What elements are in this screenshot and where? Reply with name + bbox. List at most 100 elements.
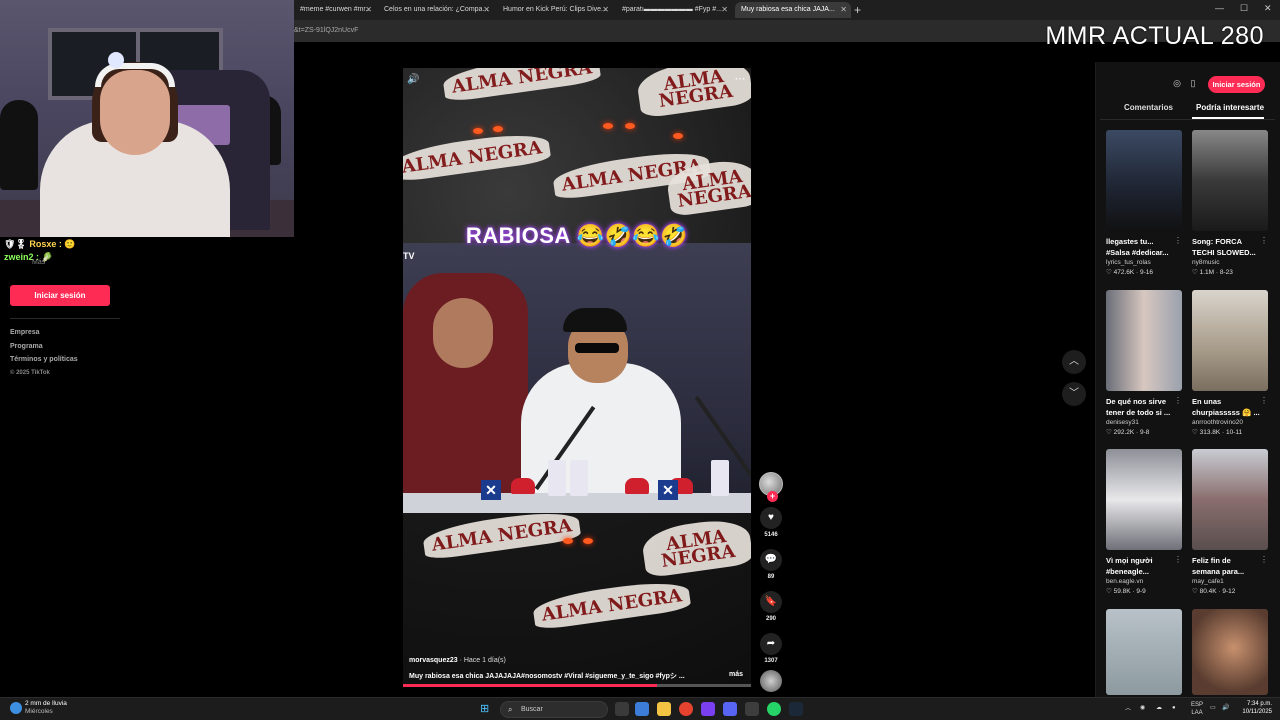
video-progress-bar[interactable] bbox=[403, 684, 751, 687]
sound-icon[interactable]: 🔊 bbox=[407, 74, 421, 86]
more-icon[interactable]: ⋮ bbox=[1174, 396, 1182, 405]
close-icon[interactable]: ✕ bbox=[602, 5, 609, 14]
close-icon[interactable]: ✕ bbox=[840, 5, 847, 14]
video-thumbnail[interactable] bbox=[1192, 290, 1268, 391]
more-icon[interactable]: ⋮ bbox=[1174, 555, 1182, 564]
more-icon[interactable]: ⋮ bbox=[1260, 555, 1268, 564]
tray-app-icon[interactable]: ☁ bbox=[1156, 704, 1162, 712]
tab-4[interactable]: #paratı▬▬▬▬▬▬▬ #Fyp #... ✕ bbox=[616, 2, 732, 18]
card-user[interactable]: denisesy31 bbox=[1106, 419, 1182, 426]
tray-app-icon[interactable]: ● bbox=[1172, 704, 1176, 712]
footer-link-terminos[interactable]: Términos y políticas bbox=[10, 353, 78, 367]
video-card[interactable] bbox=[1192, 609, 1268, 695]
like-action[interactable]: ♥ 5146 bbox=[759, 507, 783, 538]
heart-icon[interactable]: ♥ bbox=[760, 507, 782, 529]
card-user[interactable]: ny8music bbox=[1192, 259, 1268, 266]
windows-start-icon[interactable]: ⊞ bbox=[480, 703, 492, 715]
maximize-icon[interactable]: ☐ bbox=[1240, 3, 1248, 14]
video-card[interactable]: llegastes tu... #Salsa #dedicar... ⋮ lyr… bbox=[1106, 130, 1182, 276]
video-card[interactable] bbox=[1106, 609, 1182, 695]
footer-link-programa[interactable]: Programa bbox=[10, 340, 78, 354]
weather-icon[interactable] bbox=[10, 702, 22, 714]
discord-icon[interactable] bbox=[723, 702, 737, 716]
chrome-icon[interactable] bbox=[679, 702, 693, 716]
video-thumbnail[interactable] bbox=[1106, 609, 1182, 695]
card-title[interactable]: En unas churpiasssss 🤗 ... bbox=[1192, 396, 1260, 418]
close-icon[interactable]: ✕ bbox=[721, 5, 728, 14]
tab-5-active[interactable]: Muy rabiosa esa chica JAJA... ✕ bbox=[735, 2, 851, 18]
share-action[interactable]: ➦ 1307 bbox=[759, 633, 783, 664]
card-title[interactable]: Song: FORCA TECHI SLOWED... bbox=[1192, 236, 1260, 258]
video-thumbnail[interactable] bbox=[1192, 130, 1268, 231]
taskbar-search[interactable]: ⌕ Buscar bbox=[500, 701, 608, 718]
display-icon[interactable]: ▭ bbox=[1210, 704, 1216, 712]
previous-video-button[interactable]: ︿ bbox=[1062, 350, 1086, 374]
more-icon[interactable]: ⋮ bbox=[1260, 236, 1268, 245]
new-tab-button[interactable]: + bbox=[854, 3, 861, 17]
video-thumbnail[interactable] bbox=[1106, 130, 1182, 231]
card-user[interactable]: may_cafe1 bbox=[1192, 578, 1268, 585]
tray-chevron-icon[interactable]: ︿ bbox=[1125, 705, 1131, 713]
follow-plus-icon[interactable]: + bbox=[767, 491, 778, 502]
phone-icon[interactable]: ▯ bbox=[1186, 78, 1200, 92]
more-icon[interactable]: ⋮ bbox=[1260, 396, 1268, 405]
card-title[interactable]: llegastes tu... #Salsa #dedicar... bbox=[1106, 236, 1174, 258]
file-explorer-icon[interactable] bbox=[657, 702, 671, 716]
app-icon[interactable] bbox=[701, 702, 715, 716]
video-card[interactable]: De qué nos sirve tener de todo si ... ⋮ … bbox=[1106, 290, 1182, 436]
app-icon[interactable] bbox=[745, 702, 759, 716]
video-thumbnail[interactable] bbox=[1106, 449, 1182, 550]
card-title[interactable]: Vì mọi người #beneagle... bbox=[1106, 555, 1174, 577]
close-icon[interactable]: ✕ bbox=[365, 5, 372, 14]
creator-avatar[interactable]: + bbox=[759, 472, 783, 502]
music-disc-icon[interactable] bbox=[760, 670, 782, 692]
card-user[interactable]: anrroothtrovino20 bbox=[1192, 419, 1268, 426]
bookmark-icon[interactable]: 🔖 bbox=[760, 591, 782, 613]
tab-3[interactable]: Humor en Kick Perú: Clips Dive... ✕ bbox=[497, 2, 613, 18]
tab-might-interest[interactable]: Podría interesarte bbox=[1196, 103, 1264, 112]
url-text[interactable]: &t=ZS-91lQJ2nUcvF bbox=[294, 27, 358, 34]
weather-widget[interactable]: 2 mm de lluvia Miércoles bbox=[25, 700, 67, 716]
card-user[interactable]: lyrics_tus_rolas bbox=[1106, 259, 1182, 266]
video-author[interactable]: morvasquez23 bbox=[409, 657, 458, 664]
video-player[interactable]: ALMA NEGRA ALMA NEGRA ALMA NEGRA ALMA NE… bbox=[403, 68, 751, 686]
comment-icon[interactable]: 💬 bbox=[760, 549, 782, 571]
card-user[interactable]: ben.eagle.vn bbox=[1106, 578, 1182, 585]
video-thumbnail[interactable] bbox=[1106, 290, 1182, 391]
copilot-icon[interactable] bbox=[635, 702, 649, 716]
more-options-icon[interactable]: ⋯ bbox=[733, 72, 747, 86]
video-author-line[interactable]: morvasquez23 · Hace 1 día(s) bbox=[409, 657, 749, 664]
more-link[interactable]: más bbox=[729, 671, 743, 678]
minimize-icon[interactable]: — bbox=[1215, 3, 1224, 13]
tab-1[interactable]: #meme #curwen #mr... ✕ bbox=[294, 2, 376, 18]
more-icon[interactable]: ⋮ bbox=[1174, 236, 1182, 245]
footer-link-empresa[interactable]: Empresa bbox=[10, 326, 78, 340]
video-card[interactable]: Feliz fin de semana para... ⋮ may_cafe1 … bbox=[1192, 449, 1268, 595]
video-thumbnail[interactable] bbox=[1192, 449, 1268, 550]
tab-comments[interactable]: Comentarios bbox=[1124, 103, 1173, 112]
video-thumbnail[interactable] bbox=[1192, 609, 1268, 695]
next-video-button[interactable]: ﹀ bbox=[1062, 382, 1086, 406]
language-indicator[interactable]: ESP LAA bbox=[1188, 701, 1206, 717]
tab-2[interactable]: Celos en una relación: ¿Compa... ✕ bbox=[378, 2, 494, 18]
share-icon[interactable]: ➦ bbox=[760, 633, 782, 655]
system-clock[interactable]: 7:34 p.m. 10/11/2025 bbox=[1236, 700, 1272, 716]
compass-icon[interactable]: ◎ bbox=[1170, 78, 1184, 92]
whatsapp-icon[interactable] bbox=[767, 702, 781, 716]
video-card[interactable]: En unas churpiasssss 🤗 ... ⋮ anrroothtro… bbox=[1192, 290, 1268, 436]
login-button[interactable]: Iniciar sesión bbox=[10, 285, 110, 306]
tray-app-icon[interactable]: ◉ bbox=[1140, 704, 1145, 712]
steam-icon[interactable] bbox=[789, 702, 803, 716]
comment-action[interactable]: 💬 89 bbox=[759, 549, 783, 580]
close-window-icon[interactable]: ✕ bbox=[1264, 3, 1272, 14]
card-title[interactable]: Feliz fin de semana para... bbox=[1192, 555, 1260, 577]
right-login-button[interactable]: Iniciar sesión bbox=[1208, 76, 1265, 93]
alma-negra-watermark: ALMA NEGRA bbox=[403, 129, 552, 183]
card-title[interactable]: De qué nos sirve tener de todo si ... bbox=[1106, 396, 1174, 418]
save-action[interactable]: 🔖 290 bbox=[759, 591, 783, 622]
volume-icon[interactable]: 🔊 bbox=[1222, 704, 1229, 712]
video-card[interactable]: Song: FORCA TECHI SLOWED... ⋮ ny8music ♡… bbox=[1192, 130, 1268, 276]
task-view-icon[interactable] bbox=[615, 702, 629, 716]
video-card[interactable]: Vì mọi người #beneagle... ⋮ ben.eagle.vn… bbox=[1106, 449, 1182, 595]
close-icon[interactable]: ✕ bbox=[483, 5, 490, 14]
